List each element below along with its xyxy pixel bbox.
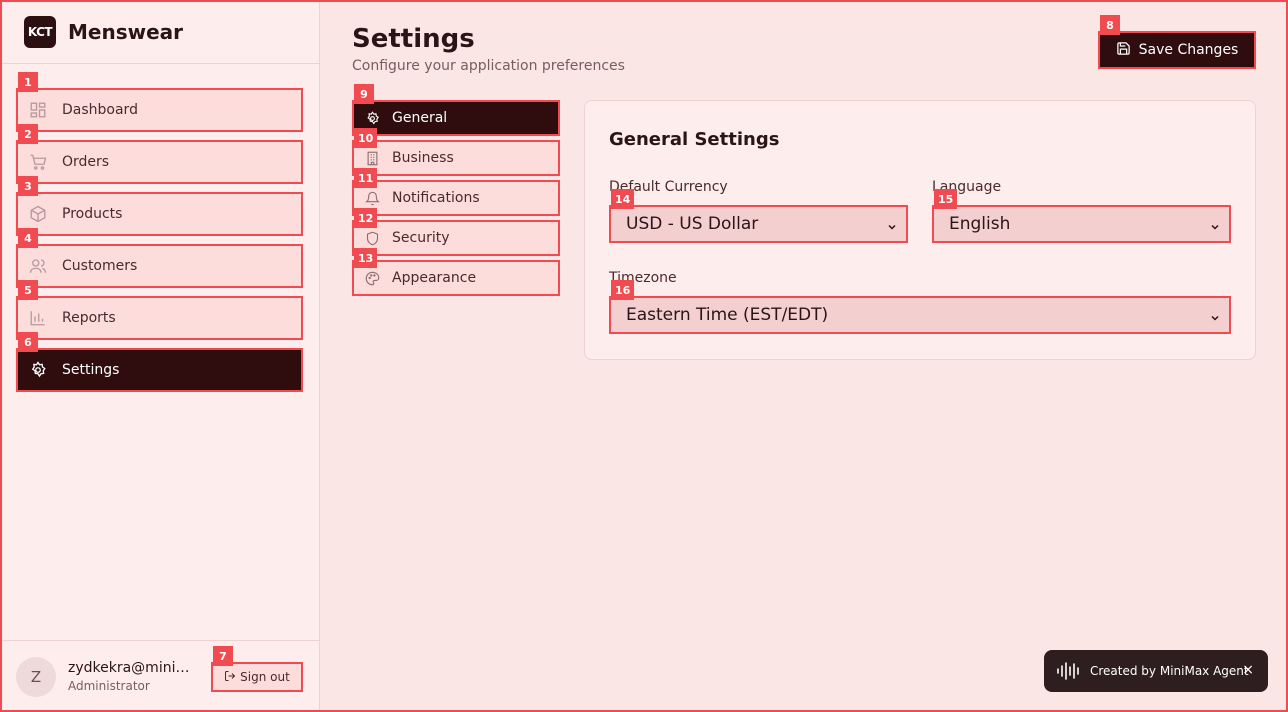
sidebar-item-label: Dashboard [62, 102, 138, 118]
avatar: Z [16, 656, 56, 697]
chevron-down-icon [1209, 309, 1221, 329]
sidebar-item-reports[interactable]: 5 Reports [16, 280, 303, 340]
sidebar-item-label: Settings [62, 362, 120, 378]
brand-name: Menswear [68, 19, 184, 44]
sidebar-item-label: Customers [62, 258, 138, 274]
tab-business[interactable]: 10 Business [352, 128, 560, 176]
chevron-down-icon [1209, 218, 1221, 238]
palette-icon [364, 270, 380, 286]
sidebar-item-label: Orders [62, 154, 110, 170]
logout-icon [224, 670, 236, 685]
sign-out-label: Sign out [240, 670, 290, 684]
brand-logo: KCT [24, 15, 56, 48]
annotation-badge: 4 [18, 228, 38, 248]
users-icon [28, 256, 48, 276]
bar-chart-icon [28, 308, 48, 328]
timezone-value: Eastern Time (EST/EDT) [626, 305, 829, 325]
minimax-toast: Created by MiniMax Agent × [1044, 650, 1268, 692]
tab-appearance[interactable]: 13 Appearance [352, 248, 560, 296]
sidebar-item-settings[interactable]: 6 Settings [16, 332, 303, 392]
toast-text: Created by MiniMax Agent [1090, 664, 1249, 678]
tab-label: Appearance [392, 270, 477, 286]
user-info: zydkekra@minimax.com Administrator [68, 660, 196, 693]
box-icon [28, 204, 48, 224]
gear-icon [28, 360, 48, 380]
sidebar-item-orders[interactable]: 2 Orders [16, 124, 303, 184]
gear-icon [364, 110, 380, 126]
tab-label: Notifications [392, 190, 480, 206]
language-select[interactable]: 15 English [932, 189, 1231, 243]
tab-label: Business [392, 150, 454, 166]
bell-icon [364, 190, 380, 206]
tab-label: General [392, 110, 448, 126]
tab-label: Security [392, 230, 450, 246]
sidebar: KCT Menswear 1 Dashboard 2 Orders 3 Prod… [0, 0, 320, 712]
tab-notifications[interactable]: 11 Notifications [352, 168, 560, 216]
annotation-badge: 7 [213, 646, 233, 666]
close-icon[interactable]: × [1242, 662, 1254, 678]
card-title: General Settings [609, 129, 780, 150]
settings-tabs: 9 General 10 Business 11 Notifications 1… [352, 84, 560, 300]
save-label: Save Changes [1138, 42, 1239, 58]
currency-value: USD - US Dollar [626, 214, 759, 234]
annotation-badge: 10 [354, 128, 378, 148]
page-title: Settings [352, 24, 475, 54]
main-content: Settings Configure your application pref… [320, 0, 1288, 712]
waveform-icon [1056, 661, 1082, 681]
timezone-select[interactable]: 16 Eastern Time (EST/EDT) [609, 280, 1231, 334]
user-email: zydkekra@minimax.com [68, 660, 196, 676]
user-panel: Z zydkekra@minimax.com Administrator 7 S… [0, 640, 319, 712]
dashboard-icon [28, 100, 48, 120]
brand: KCT Menswear [0, 0, 319, 64]
chevron-down-icon [886, 218, 898, 238]
general-settings-card: General Settings Default Currency 14 USD… [584, 100, 1256, 360]
sidebar-item-label: Products [62, 206, 123, 222]
annotation-badge: 1 [18, 72, 38, 92]
sign-out-button[interactable]: 7 Sign out [211, 646, 303, 692]
annotation-badge: 5 [18, 280, 38, 300]
cart-icon [28, 152, 48, 172]
page-subtitle: Configure your application preferences [352, 58, 625, 74]
annotation-badge: 16 [611, 280, 635, 300]
annotation-badge: 12 [354, 208, 378, 228]
annotation-badge: 9 [354, 84, 374, 104]
annotation-badge: 11 [354, 168, 378, 188]
save-icon [1116, 41, 1131, 60]
annotation-badge: 3 [18, 176, 38, 196]
annotation-badge: 13 [354, 248, 378, 268]
language-value: English [949, 214, 1011, 234]
building-icon [364, 150, 380, 166]
shield-icon [364, 230, 380, 246]
currency-select[interactable]: 14 USD - US Dollar [609, 189, 908, 243]
sidebar-item-dashboard[interactable]: 1 Dashboard [16, 72, 303, 132]
annotation-badge: 14 [611, 189, 635, 209]
sidebar-item-label: Reports [62, 310, 116, 326]
sidebar-item-products[interactable]: 3 Products [16, 176, 303, 236]
sidebar-nav: 1 Dashboard 2 Orders 3 Products 4 Custom… [16, 72, 303, 400]
tab-general[interactable]: 9 General [352, 84, 560, 136]
user-role: Administrator [68, 679, 150, 693]
annotation-badge: 15 [934, 189, 958, 209]
tab-security[interactable]: 12 Security [352, 208, 560, 256]
annotation-badge: 2 [18, 124, 38, 144]
sidebar-item-customers[interactable]: 4 Customers [16, 228, 303, 288]
annotation-badge: 6 [18, 332, 38, 352]
save-changes-button[interactable]: 8 Save Changes [1098, 15, 1256, 69]
annotation-badge: 8 [1100, 15, 1120, 35]
